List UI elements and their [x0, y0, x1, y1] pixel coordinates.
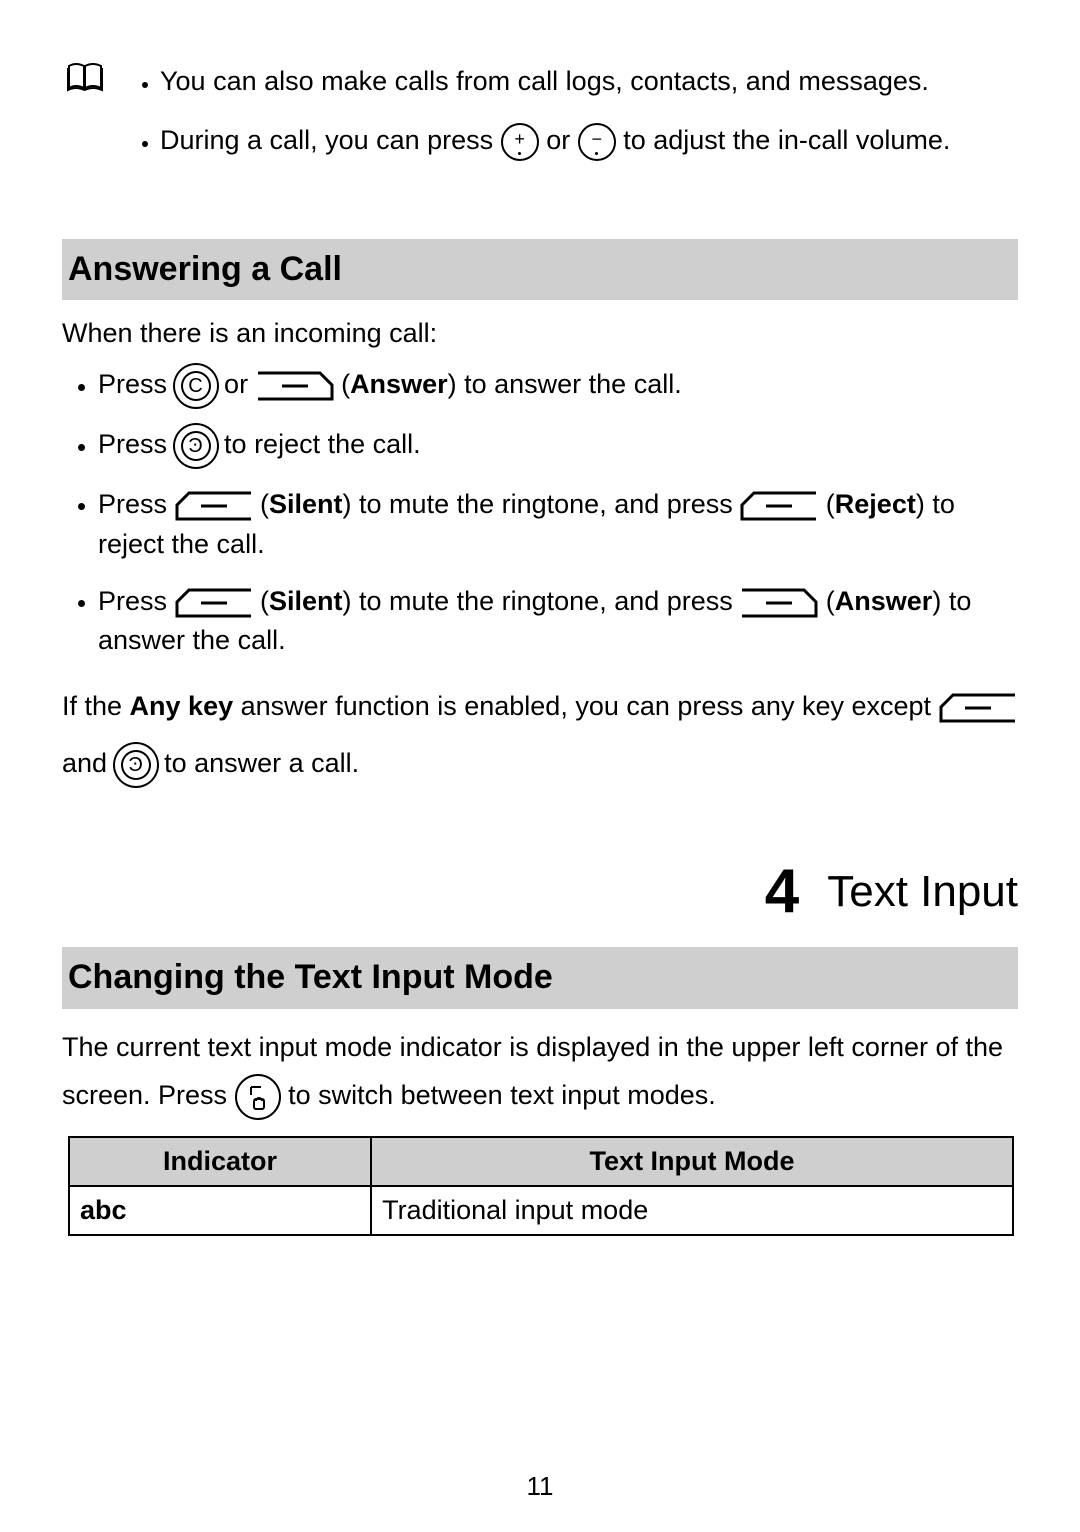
text: or	[546, 125, 578, 155]
text: Press	[98, 586, 175, 616]
text: ) to answer the call.	[448, 370, 682, 400]
text: Press	[98, 370, 175, 400]
answering-list: Press C or (Answer) to answer the call. …	[62, 365, 1018, 660]
bold-label: Reject	[835, 489, 916, 519]
text: to switch between text input modes.	[288, 1080, 716, 1110]
list-item: Press (Silent) to mute the ringtone, and…	[98, 485, 1018, 563]
col-header-mode: Text Input Mode	[371, 1137, 1013, 1186]
list-item: Press (Silent) to mute the ringtone, and…	[98, 582, 1018, 660]
text: During a call, you can press	[160, 125, 501, 155]
text: answer function is enabled, you can pres…	[233, 691, 938, 721]
bold-label: Silent	[269, 586, 343, 616]
input-mode-key-icon	[235, 1074, 281, 1120]
bold-label: Silent	[269, 489, 343, 519]
text: and	[62, 748, 115, 778]
book-note-icon	[66, 62, 104, 181]
text: to answer a call.	[164, 748, 359, 778]
table-row: abc Traditional input mode	[69, 1186, 1013, 1235]
input-mode-table: Indicator Text Input Mode abc Traditiona…	[68, 1136, 1014, 1236]
text: to reject the call.	[224, 430, 421, 460]
bold-label: Answer	[835, 586, 933, 616]
left-softkey-icon	[256, 371, 334, 401]
section-heading-answering: Answering a Call	[62, 239, 1018, 300]
section-heading-changing: Changing the Text Input Mode	[62, 947, 1018, 1008]
bold-label: Answer	[350, 370, 448, 400]
table-header-row: Indicator Text Input Mode	[69, 1137, 1013, 1186]
note-item: During a call, you can press + or − to a…	[160, 121, 1018, 161]
volume-up-icon: +	[501, 123, 539, 161]
call-end-key-icon: Ͽ	[115, 744, 157, 786]
bold-label: Any key	[130, 691, 234, 721]
text: If the	[62, 691, 130, 721]
volume-down-icon: −	[578, 123, 616, 161]
text: ) to mute the ringtone, and press	[343, 489, 741, 519]
right-softkey-icon	[939, 693, 1017, 723]
list-item: Press Ͽ to reject the call.	[98, 425, 1018, 467]
text: to adjust the in-call volume.	[623, 125, 950, 155]
cell-indicator: abc	[69, 1186, 371, 1235]
call-answer-key-icon: C	[175, 365, 217, 407]
col-header-indicator: Indicator	[69, 1137, 371, 1186]
note-item: You can also make calls from call logs, …	[160, 62, 1018, 101]
page-number: 11	[0, 1468, 1080, 1506]
chapter-title: 4Text Input	[62, 861, 1018, 923]
list-item: Press C or (Answer) to answer the call.	[98, 365, 1018, 407]
left-softkey-icon	[740, 588, 818, 618]
answering-intro: When there is an incoming call:	[62, 314, 1018, 353]
cell-mode: Traditional input mode	[371, 1186, 1013, 1235]
text: Press	[98, 489, 175, 519]
anykey-paragraph: If the Any key answer function is enable…	[62, 678, 1018, 791]
right-softkey-icon	[740, 491, 818, 521]
changing-paragraph: The current text input mode indicator is…	[62, 1023, 1018, 1120]
chapter-number: 4	[765, 857, 799, 926]
note-block: You can also make calls from call logs, …	[62, 62, 1018, 181]
text: or	[224, 370, 256, 400]
call-end-key-icon: Ͽ	[175, 425, 217, 467]
note-body: You can also make calls from call logs, …	[138, 62, 1018, 181]
text: Press	[98, 430, 175, 460]
chapter-name: Text Input	[827, 867, 1018, 916]
right-softkey-icon	[175, 588, 253, 618]
right-softkey-icon	[175, 491, 253, 521]
text: ) to mute the ringtone, and press	[343, 586, 741, 616]
